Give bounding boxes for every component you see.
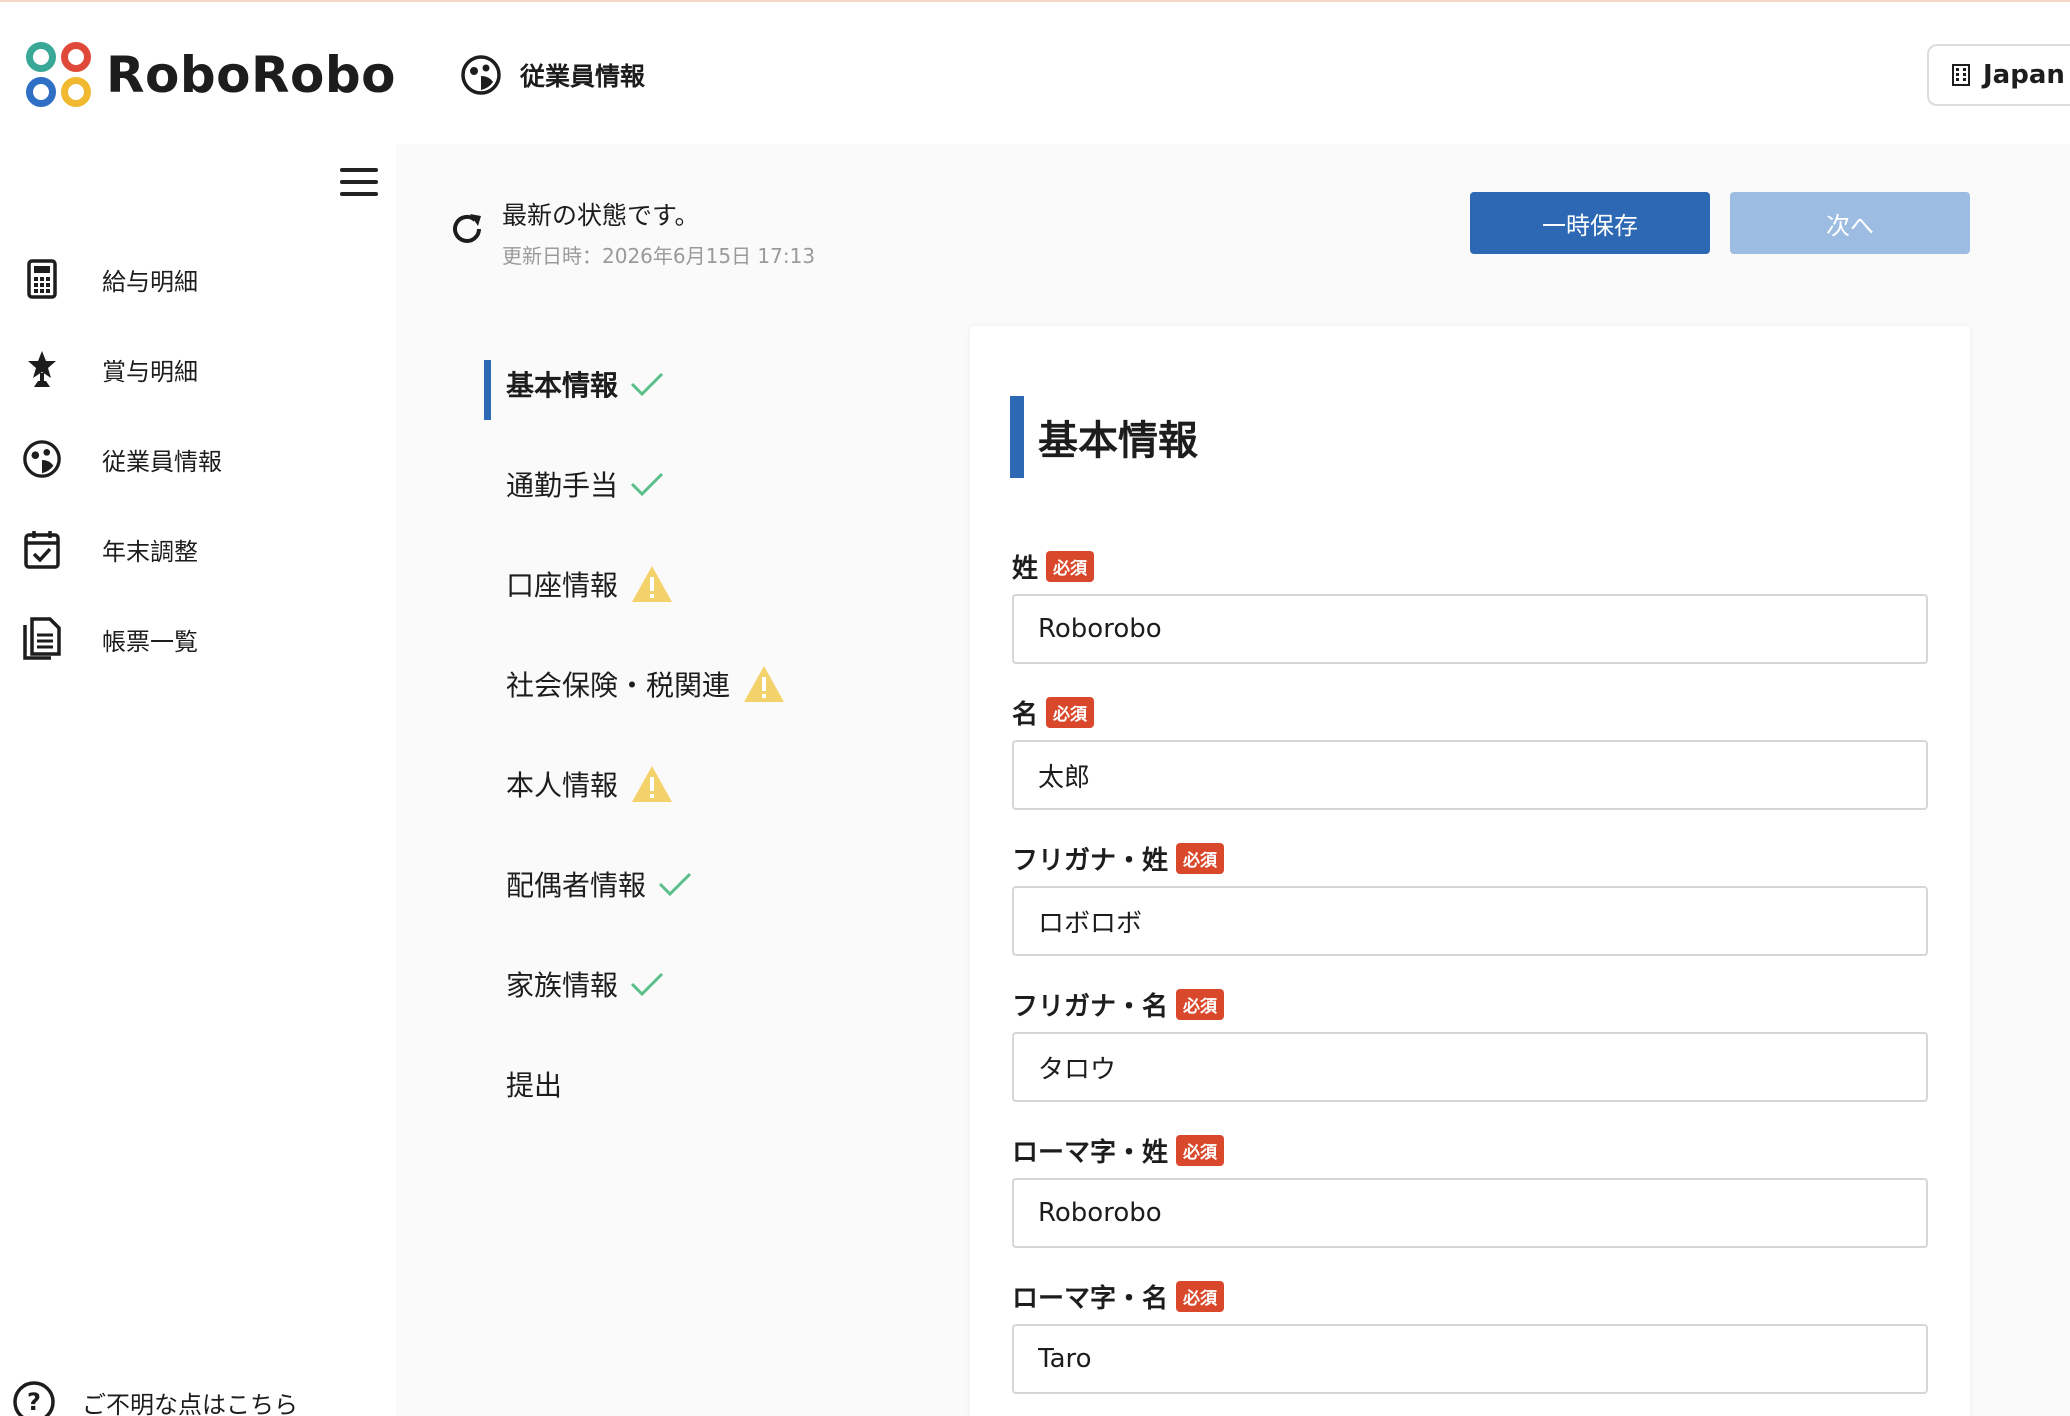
step-label: 基本情報 [506,369,619,402]
step-insurance-tax[interactable]: 社会保険・税関連 [484,634,904,734]
next-button[interactable]: 次へ [1730,192,1970,254]
sidebar-item-year-end[interactable]: 年末調整 [0,504,396,594]
employee-face-icon [22,439,62,479]
first-name-input[interactable] [1012,740,1928,810]
field-label: 姓 [1012,553,1039,584]
check-icon [658,871,692,897]
sidebar-item-label: 帳票一覧 [102,627,198,656]
logo-text: RoboRobo [106,46,396,104]
logo-mark-icon [26,42,92,108]
trophy-star-icon [22,349,62,389]
step-label: 本人情報 [506,769,619,802]
sidebar-item-label: 賞与明細 [102,357,198,386]
field-label: ローマ字・名 [1012,1283,1169,1314]
step-label: 口座情報 [506,569,619,602]
check-icon [630,471,664,497]
step-label: 提出 [506,1069,563,1102]
step-label: 通勤手当 [506,469,619,502]
page-title: 従業員情報 [460,54,645,96]
question-circle-icon: ? [13,1381,55,1416]
field-first-name: 名必須 [1012,692,1928,810]
step-bank-account[interactable]: 口座情報 [484,534,904,634]
required-badge: 必須 [1176,988,1225,1020]
step-commute[interactable]: 通勤手当 [484,434,904,534]
required-badge: 必須 [1046,550,1095,582]
warning-icon [630,764,674,804]
calendar-check-icon [22,529,62,569]
warning-icon [630,564,674,604]
step-submit[interactable]: 提出 [484,1034,904,1134]
warning-icon [742,664,786,704]
field-label: フリガナ・姓 [1012,845,1169,876]
required-badge: 必須 [1176,1134,1225,1166]
field-furigana-last: フリガナ・姓 必須 [1012,838,1928,956]
employee-face-icon [461,55,501,95]
company-name: Japan I [1983,60,2070,90]
sync-status: 最新の状態です。 更新日時：2026年6月15日 17:13 [448,196,815,269]
field-label: フリガナ・名 [1012,991,1169,1022]
main-content: 最新の状態です。 更新日時：2026年6月15日 17:13 一時保存 次へ 基… [396,144,2070,1416]
documents-icon [22,617,62,660]
updated-at: 更新日時：2026年6月15日 17:13 [502,244,816,268]
building-icon [1952,64,1970,86]
last-name-input[interactable] [1012,594,1928,664]
sidebar: 給与明細 賞与明細 従業員情報 年末調整 帳票一覧 ? ご不明な点はこちら [0,144,396,1416]
sidebar-item-employee-info[interactable]: 従業員情報 [0,414,396,504]
form-section-title: 基本情報 [1010,396,1198,478]
help-link[interactable]: ? ご不明な点はこちら [12,1380,298,1416]
field-romaji-first: ローマ字・名 必須 [1012,1276,1928,1394]
title-accent-bar [1010,396,1024,478]
field-label: ローマ字・姓 [1012,1137,1169,1168]
app-header: RoboRobo 従業員情報 Japan I [0,2,2070,144]
step-label: 社会保険・税関連 [506,669,731,702]
refresh-icon[interactable] [448,210,486,248]
step-spouse-info[interactable]: 配偶者情報 [484,834,904,934]
menu-toggle-icon[interactable] [340,168,378,196]
form-title: 基本情報 [1038,418,1198,464]
sidebar-item-forms[interactable]: 帳票一覧 [0,594,396,684]
required-badge: 必須 [1176,1280,1225,1312]
page-title-text: 従業員情報 [520,62,646,91]
required-badge: 必須 [1046,696,1095,728]
sidebar-item-label: 従業員情報 [102,447,222,476]
app-logo[interactable]: RoboRobo [26,42,396,108]
furigana-last-input[interactable] [1012,886,1928,956]
check-icon [630,371,664,397]
status-message: 最新の状態です。 [502,201,700,230]
form-card: 基本情報 姓必須 名必須 フリガナ・姓必須 フリガナ・名必須 ローマ字・姓必須 … [970,326,1970,1416]
check-icon [630,971,664,997]
furigana-first-input[interactable] [1012,1032,1928,1102]
step-basic-info[interactable]: 基本情報 [484,334,904,434]
sidebar-item-label: 年末調整 [102,537,198,566]
step-navigation: 基本情報 通勤手当 口座情報 社会保険・税関連 本人情報 配偶者情報 家族情報 [484,334,904,1134]
step-label: 配偶者情報 [506,869,647,902]
required-badge: 必須 [1176,842,1225,874]
sidebar-item-label: 給与明細 [102,267,198,296]
field-last-name: 姓必須 [1012,546,1928,664]
save-draft-button[interactable]: 一時保存 [1470,192,1710,254]
step-family-info[interactable]: 家族情報 [484,934,904,1034]
calculator-icon [22,259,62,299]
sidebar-nav: 給与明細 賞与明細 従業員情報 年末調整 帳票一覧 [0,234,396,684]
field-furigana-first: フリガナ・名 必須 [1012,984,1928,1102]
sidebar-item-bonus[interactable]: 賞与明細 [0,324,396,414]
field-label: 名 [1012,699,1039,730]
romaji-last-input[interactable] [1012,1178,1928,1248]
step-personal-info[interactable]: 本人情報 [484,734,904,834]
help-link-label: ご不明な点はこちら [82,1390,298,1416]
sidebar-item-payslip[interactable]: 給与明細 [0,234,396,324]
company-selector[interactable]: Japan I [1927,44,2070,106]
step-label: 家族情報 [506,969,619,1002]
field-romaji-last: ローマ字・姓 必須 [1012,1130,1928,1248]
romaji-first-input[interactable] [1012,1324,1928,1394]
svg-text:?: ? [27,1388,41,1416]
